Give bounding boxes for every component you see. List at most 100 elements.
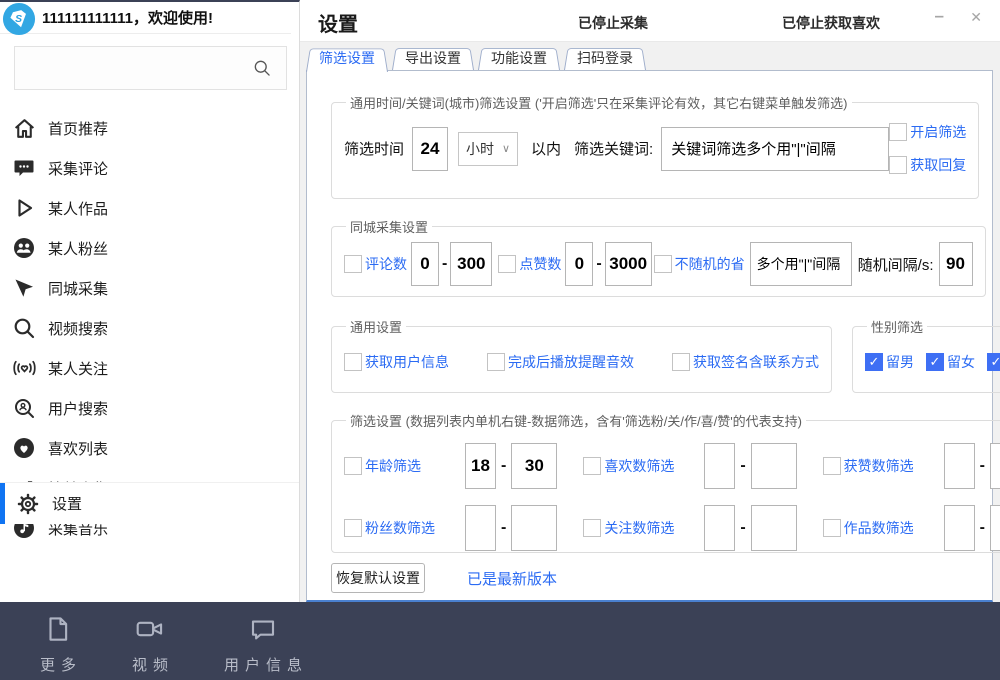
sidebar-item-user-works[interactable]: 某人作品 (0, 188, 299, 228)
get-user-info-checkbox[interactable] (344, 353, 362, 371)
follow-max-input[interactable] (751, 505, 797, 551)
keep-female-checkbox[interactable] (926, 353, 944, 371)
get-reply-checkbox[interactable] (889, 156, 907, 174)
likes-max-input[interactable] (751, 443, 797, 489)
collect-status-text: 已停止采集 (578, 13, 648, 33)
magnifier-icon (10, 316, 38, 340)
sidebar-item-home[interactable]: 首页推荐 (0, 108, 299, 148)
praise-filter-label[interactable]: 获赞数筛选 (844, 456, 944, 476)
toolbar-item-more[interactable]: 更多 (34, 614, 82, 675)
toolbar-item-video[interactable]: 视频 (126, 614, 174, 675)
works-min-input[interactable] (944, 505, 975, 551)
comment-count-checkbox[interactable] (344, 255, 362, 273)
general-settings-section: 通用设置 获取用户信息 完成后播放提醒音效 获取签名含联系方式 (331, 317, 832, 393)
likes-filter-label[interactable]: 喜欢数筛选 (604, 456, 704, 476)
welcome-text: 111111111111，欢迎使用! (42, 7, 213, 28)
like-count-label[interactable]: 点赞数 (519, 254, 561, 274)
keyword-input[interactable] (661, 127, 889, 171)
sidebar-item-label: 喜欢列表 (48, 438, 108, 459)
play-sound-checkbox[interactable] (487, 353, 505, 371)
filter-time-input[interactable] (412, 127, 448, 171)
search-input[interactable] (15, 60, 252, 76)
comment-count-label[interactable]: 评论数 (365, 254, 407, 274)
filter-group-follow: 关注数筛选 - (583, 505, 796, 551)
praise-max-input[interactable] (990, 443, 1000, 489)
keep-other-checkbox[interactable] (987, 353, 1000, 371)
sidebar-item-user-follows[interactable]: 某人关注 (0, 348, 299, 388)
sidebar-item-video-search[interactable]: 视频搜索 (0, 308, 299, 348)
tab-function-settings[interactable]: 功能设置 (478, 46, 560, 70)
like-min-input[interactable] (565, 242, 593, 286)
toolbar-item-user-info[interactable]: 用户信息 (218, 614, 308, 675)
section-legend: 同城采集设置 (346, 217, 432, 236)
sidebar-item-settings[interactable]: 设置 (0, 482, 299, 524)
fans-max-input[interactable] (511, 505, 557, 551)
follow-min-input[interactable] (704, 505, 735, 551)
fans-icon (10, 236, 38, 260)
panel-footer: 恢复默认设置 已是最新版本 (331, 563, 968, 593)
sidebar-item-label: 某人作品 (48, 198, 108, 219)
toolbar-item-label: 视频 (126, 654, 174, 675)
age-max-input[interactable] (511, 443, 557, 489)
works-filter-checkbox[interactable] (823, 519, 841, 537)
version-status-link[interactable]: 已是最新版本 (467, 568, 557, 589)
random-interval-label: 随机间隔/s: (858, 254, 934, 275)
search-icon[interactable] (252, 58, 272, 78)
filter-group-age: 年龄筛选 - (344, 443, 557, 489)
likes-min-input[interactable] (704, 443, 735, 489)
like-count-checkbox[interactable] (498, 255, 516, 273)
works-filter-label[interactable]: 作品数筛选 (844, 518, 944, 538)
minimize-button[interactable]: – (935, 6, 944, 26)
sidebar-item-collect-comments[interactable]: 采集评论 (0, 148, 299, 188)
like-max-input[interactable] (605, 242, 652, 286)
age-min-input[interactable] (465, 443, 496, 489)
keep-male-checkbox[interactable] (865, 353, 883, 371)
main-area: 设置 已停止采集 已停止获取喜欢 – ✕ 筛选设置 导出设置 功能设置 扫码登录… (300, 0, 1000, 602)
home-icon (10, 116, 38, 141)
sidebar-item-user-search[interactable]: 用户搜索 (0, 388, 299, 428)
fixed-province-checkbox[interactable] (654, 255, 672, 273)
tab-filter-settings[interactable]: 筛选设置 (306, 46, 388, 70)
comment-min-input[interactable] (411, 242, 439, 286)
sidebar-item-label: 同城采集 (48, 278, 108, 299)
chevron-down-icon: ∨ (502, 142, 510, 155)
signature-contact-checkbox[interactable] (672, 353, 690, 371)
tab-bar: 筛选设置 导出设置 功能设置 扫码登录 (306, 46, 993, 70)
sidebar: S 111111111111，欢迎使用! 首页推荐 采集评论 某人作品 (0, 0, 300, 602)
comment-max-input[interactable] (450, 242, 492, 286)
fans-filter-label[interactable]: 粉丝数筛选 (365, 518, 465, 538)
get-user-info-label[interactable]: 获取用户信息 (365, 352, 449, 372)
random-interval-input[interactable] (939, 242, 973, 286)
city-collect-section: 同城采集设置 评论数 - 点赞数 - 不随机的省 随机间隔/s: (331, 217, 986, 297)
follow-filter-checkbox[interactable] (583, 519, 601, 537)
fans-filter-checkbox[interactable] (344, 519, 362, 537)
likes-filter-checkbox[interactable] (583, 457, 601, 475)
play-sound-label[interactable]: 完成后播放提醒音效 (508, 352, 634, 372)
enable-filter-checkbox[interactable] (889, 123, 907, 141)
signature-contact-label[interactable]: 获取签名含联系方式 (693, 352, 819, 372)
sidebar-item-likes-list[interactable]: 喜欢列表 (0, 428, 299, 468)
reset-defaults-button[interactable]: 恢复默认设置 (331, 563, 425, 593)
keep-female-label[interactable]: 留女 (947, 352, 975, 372)
sidebar-item-user-fans[interactable]: 某人粉丝 (0, 228, 299, 268)
time-unit-select[interactable]: 小时 ∨ (458, 132, 518, 166)
province-input[interactable] (750, 242, 852, 286)
fans-min-input[interactable] (465, 505, 496, 551)
active-indicator (0, 483, 5, 524)
range-dash: - (596, 255, 601, 273)
tab-qr-login[interactable]: 扫码登录 (564, 46, 646, 70)
tab-export-settings[interactable]: 导出设置 (392, 46, 474, 70)
works-max-input[interactable] (990, 505, 1000, 551)
follow-filter-label[interactable]: 关注数筛选 (604, 518, 704, 538)
enable-filter-label[interactable]: 开启筛选 (910, 122, 966, 142)
age-filter-label[interactable]: 年龄筛选 (365, 456, 465, 476)
close-button[interactable]: ✕ (970, 9, 982, 26)
praise-min-input[interactable] (944, 443, 975, 489)
keep-male-label[interactable]: 留男 (886, 352, 914, 372)
filter-group-works: 作品数筛选 - (823, 505, 1000, 551)
sidebar-item-city-collect[interactable]: 同城采集 (0, 268, 299, 308)
age-filter-checkbox[interactable] (344, 457, 362, 475)
fixed-province-label[interactable]: 不随机的省 (675, 254, 745, 274)
get-reply-label[interactable]: 获取回复 (910, 155, 966, 175)
praise-filter-checkbox[interactable] (823, 457, 841, 475)
